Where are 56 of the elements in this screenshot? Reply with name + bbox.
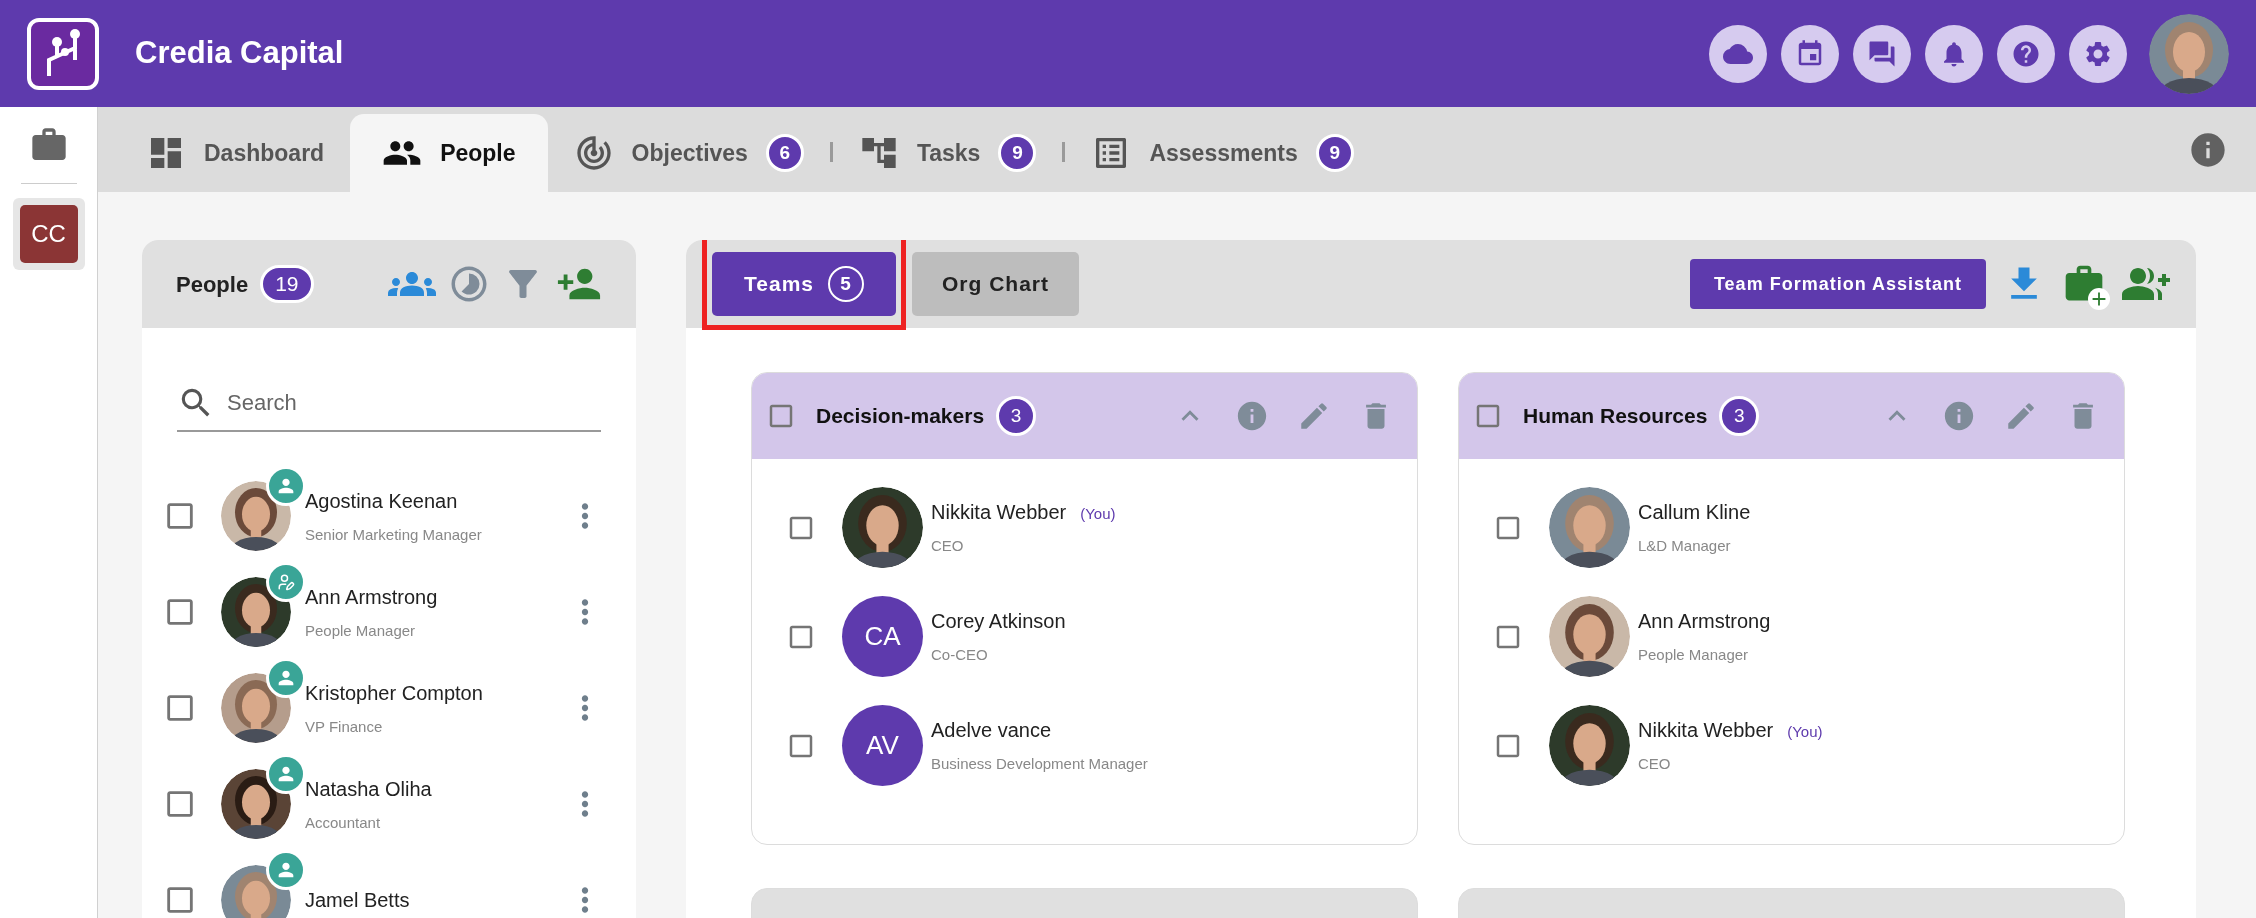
count-badge: 3: [1719, 396, 1760, 436]
member-name: Ann Armstrong: [1638, 609, 1771, 635]
count-badge: 19: [260, 265, 314, 303]
chat-button[interactable]: [1853, 24, 1911, 83]
workspace-button[interactable]: CC: [12, 198, 85, 270]
member-role: Business Development Manager: [931, 754, 1148, 775]
nav-tab[interactable]: Tasks 9: [832, 114, 1063, 192]
search-field[interactable]: Search: [227, 381, 601, 425]
count-badge: 5: [828, 266, 864, 302]
company-name: Credia Capital: [135, 34, 344, 73]
initials-avatar: AV: [842, 705, 923, 786]
member-name: Callum Kline: [1638, 500, 1751, 526]
person-role: VP Finance: [305, 716, 384, 737]
initials-avatar: CA: [842, 596, 923, 677]
logo-icon: [27, 17, 99, 90]
cloud-button[interactable]: [1709, 24, 1767, 83]
member-role: CEO: [1638, 754, 1672, 775]
count-badge: 9: [998, 134, 1037, 172]
info-icon[interactable]: [1235, 399, 1269, 433]
person-role: Senior Marketing Manager: [305, 524, 482, 545]
member-role: Co-CEO: [931, 645, 989, 666]
person-role: People Manager: [305, 620, 417, 641]
view-tab[interactable]: Org Chart: [912, 252, 1079, 316]
you-tag: (You): [1080, 503, 1116, 526]
person-name[interactable]: Kristopher Compton: [305, 677, 483, 708]
help-button[interactable]: [1997, 24, 2055, 83]
nav-tab[interactable]: People: [350, 114, 548, 192]
person-name[interactable]: Agostina Keenan: [305, 485, 482, 516]
team-name: Human Resources: [1523, 403, 1708, 430]
team-name: Decision-makers: [816, 403, 985, 430]
nav-tab[interactable]: Objectives 6: [547, 114, 830, 192]
member-role: L&D Manager: [1638, 536, 1732, 557]
member-name: Nikkita Webber: [1638, 718, 1774, 744]
calendar-button[interactable]: [1781, 24, 1839, 83]
bell-button[interactable]: [1925, 24, 1983, 83]
assistant-button[interactable]: Team Formation Assistant: [1689, 259, 1986, 309]
member-name: Corey Atkinson: [931, 609, 1066, 635]
nav-tab[interactable]: Dashboard: [120, 114, 351, 192]
you-tag: (You): [1787, 721, 1823, 744]
member-role: CEO: [931, 536, 965, 557]
member-role: People Manager: [1638, 645, 1750, 666]
nav-tab[interactable]: Assessments 9: [1065, 114, 1380, 192]
settings-button[interactable]: [2069, 24, 2127, 83]
view-tab[interactable]: Teams 5: [712, 252, 896, 316]
member-name: Nikkita Webber: [931, 500, 1067, 526]
person-role: Accountant: [305, 812, 382, 833]
count-badge: 3: [996, 396, 1037, 436]
person-edit-icon: [277, 573, 295, 591]
member-name: Adelve vance: [931, 718, 1052, 744]
info-icon[interactable]: [1942, 399, 1976, 433]
person-name[interactable]: Ann Armstrong: [305, 581, 438, 612]
count-badge: 6: [765, 134, 804, 172]
person-name[interactable]: Natasha Oliha: [305, 773, 432, 804]
panel-title: People: [176, 270, 249, 299]
person-name[interactable]: Jamel Betts: [305, 885, 410, 915]
count-badge: 9: [1315, 134, 1354, 172]
